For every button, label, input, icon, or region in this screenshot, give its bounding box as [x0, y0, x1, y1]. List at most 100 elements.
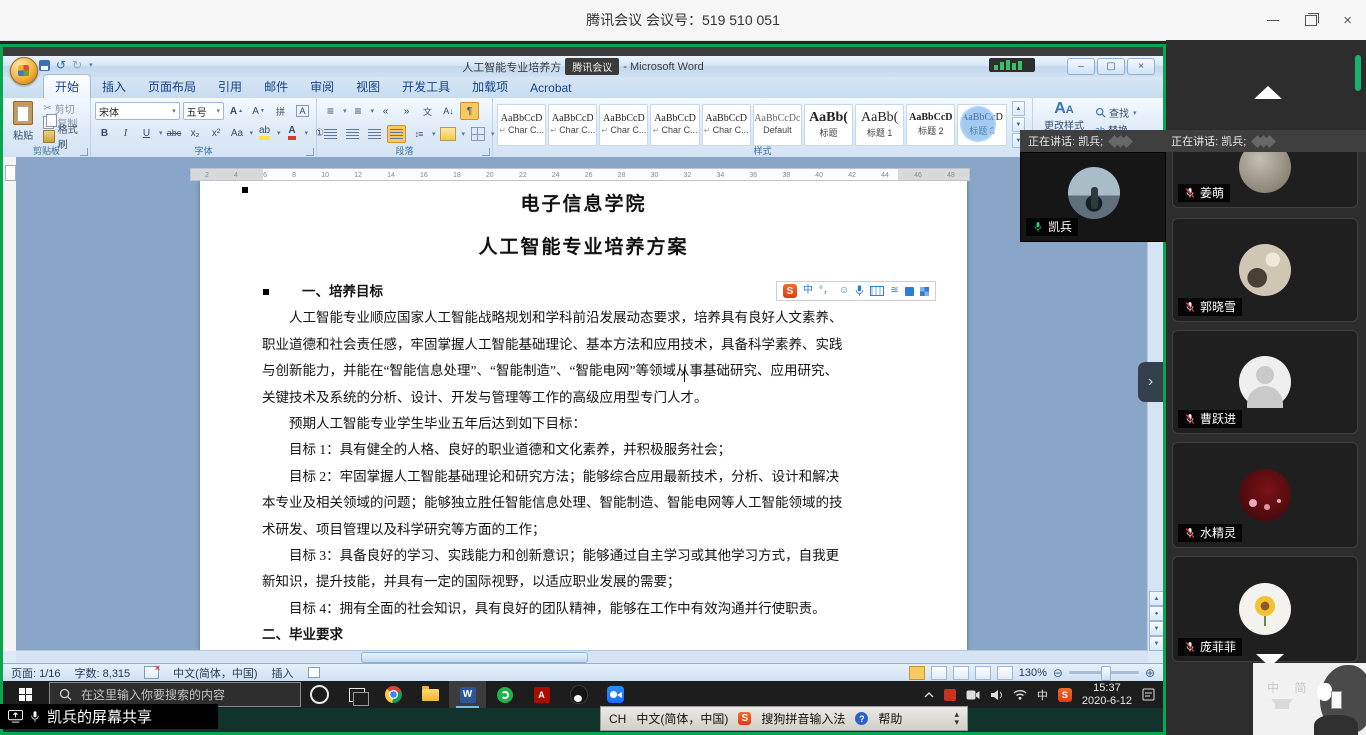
word-count[interactable]: 字数: 8,315	[75, 665, 131, 681]
word-close-button[interactable]: ×	[1127, 58, 1155, 75]
sogou-skin-popup[interactable]: 中 简	[1253, 663, 1366, 735]
tray-red-app-icon[interactable]	[944, 689, 956, 701]
font-color-button[interactable]	[283, 124, 302, 142]
insert-mode[interactable]: 插入	[272, 665, 294, 681]
tray-sogou-icon[interactable]: S	[1058, 688, 1072, 702]
participant-tile[interactable]: 郭晓雪	[1172, 218, 1358, 322]
tab-view[interactable]: 视图	[345, 75, 391, 98]
style-tile-title[interactable]: AaBb(标题	[804, 104, 853, 146]
align-left-button[interactable]	[321, 125, 340, 143]
highlight-button[interactable]	[255, 124, 274, 142]
select-browse-object-icon[interactable]: ●	[1149, 606, 1163, 621]
borders-button[interactable]	[468, 125, 487, 143]
sidebar-scrollbar[interactable]	[1355, 55, 1361, 91]
participant-tile[interactable]: 庞菲菲	[1172, 556, 1358, 662]
clipboard-dialog-launcher[interactable]	[80, 148, 88, 156]
draft-view-button[interactable]	[997, 666, 1013, 680]
task-view-button[interactable]	[338, 681, 375, 708]
paragraph-dialog-launcher[interactable]	[482, 148, 490, 156]
zoom-level[interactable]: 130%	[1019, 667, 1047, 679]
taskbar-explorer[interactable]	[412, 681, 449, 708]
chinese-mode-icon[interactable]: 中	[803, 286, 813, 296]
tab-references[interactable]: 引用	[207, 75, 253, 98]
language-indicator[interactable]: 中文(简体，中国)	[173, 665, 257, 681]
taskbar-word[interactable]: W	[449, 681, 486, 708]
next-page-icon[interactable]: ▼	[1149, 621, 1163, 636]
style-tile[interactable]: AaBbCcDChar C...	[702, 104, 751, 146]
tray-ime-indicator[interactable]: 中	[1037, 687, 1048, 703]
style-tile[interactable]: AaBbCcDChar C...	[548, 104, 597, 146]
tab-developer[interactable]: 开发工具	[391, 75, 461, 98]
style-tile[interactable]: AaBbCcDChar C...	[599, 104, 648, 146]
styles-scroll-up[interactable]: ▲	[1012, 101, 1025, 116]
show-hide-marks-button[interactable]	[460, 102, 479, 120]
tab-selector-box[interactable]	[5, 165, 16, 181]
tab-review[interactable]: 审阅	[299, 75, 345, 98]
sort-button[interactable]	[439, 102, 458, 120]
macro-record-icon[interactable]	[308, 667, 320, 678]
taskbar-qq[interactable]	[560, 681, 597, 708]
align-right-button[interactable]	[365, 125, 384, 143]
decrease-indent-button[interactable]	[376, 102, 395, 120]
italic-button[interactable]	[116, 124, 135, 142]
style-tile-heading1[interactable]: AaBb(标题 1	[855, 104, 904, 146]
format-painter-button[interactable]: 格式刷	[43, 129, 86, 143]
style-tile-heading2[interactable]: AaBbCcD标题 2	[906, 104, 955, 146]
language-bar-ch[interactable]: CH	[609, 712, 626, 726]
font-size-select[interactable]: 五号▾	[183, 102, 224, 120]
tray-volume-icon[interactable]	[990, 689, 1003, 701]
numbering-button[interactable]	[349, 102, 368, 120]
increase-indent-button[interactable]	[397, 102, 416, 120]
zoom-slider-thumb[interactable]	[1101, 666, 1111, 681]
tray-camera-icon[interactable]	[966, 690, 980, 700]
spellcheck-icon[interactable]	[144, 666, 159, 679]
zoom-out-icon[interactable]: ⊖	[1053, 667, 1063, 679]
redo-icon[interactable]: ↻	[72, 59, 82, 71]
bold-button[interactable]	[95, 124, 114, 142]
style-tile[interactable]: AaBbCcDChar C...	[650, 104, 699, 146]
scroll-down-icon[interactable]: ▼	[1149, 636, 1163, 651]
minimize-icon[interactable]	[1267, 20, 1279, 21]
language-bar-help[interactable]: 帮助	[878, 710, 902, 727]
word-restore-button[interactable]: ▢	[1097, 58, 1125, 75]
subscript-button[interactable]	[186, 124, 205, 142]
outline-view-button[interactable]	[975, 666, 991, 680]
tab-home[interactable]: 开始	[43, 74, 91, 98]
horizontal-ruler[interactable]: 2468101214161820222426283032343638404244…	[190, 168, 970, 181]
punctuation-icon[interactable]: °，	[819, 286, 833, 296]
asian-layout-button[interactable]	[418, 102, 437, 120]
emoji-icon[interactable]: ☺	[839, 286, 849, 296]
toolbox-icon[interactable]	[920, 287, 929, 296]
taskbar-acrobat[interactable]: A	[523, 681, 560, 708]
sogou-logo-icon[interactable]: S	[738, 712, 751, 725]
zoom-in-icon[interactable]: ⊕	[1145, 667, 1155, 679]
word-minimize-button[interactable]: –	[1067, 58, 1095, 75]
paste-button[interactable]: 粘贴	[7, 101, 39, 143]
zoom-slider[interactable]	[1069, 671, 1139, 674]
undo-icon[interactable]: ↺	[56, 59, 66, 71]
document-page[interactable]: 电子信息学院 人工智能专业培养方案 一、培养目标 人工智能专业顺应国家人工智能战…	[200, 181, 967, 651]
strikethrough-button[interactable]	[165, 124, 184, 142]
active-speaker-tile[interactable]: 凯兵	[1020, 152, 1166, 242]
taskbar-chrome[interactable]	[375, 681, 412, 708]
shrink-font-button[interactable]	[249, 102, 268, 120]
qat-dropdown-icon[interactable]: ▾	[89, 61, 93, 69]
language-bar-options-icon[interactable]: ▴▾	[954, 711, 959, 725]
taskbar-clock[interactable]: 15:37 2020-6-12	[1082, 682, 1132, 707]
save-icon[interactable]	[39, 60, 50, 71]
taskbar-tencent-meeting[interactable]	[597, 681, 634, 708]
traditional-toggle-icon[interactable]: ≋	[890, 286, 898, 296]
language-bar-ime[interactable]: 搜狗拼音输入法	[761, 710, 845, 727]
grow-font-button[interactable]	[227, 102, 246, 120]
skin-icon[interactable]	[905, 287, 914, 296]
tray-chevron-up-icon[interactable]	[924, 692, 934, 698]
voice-input-icon[interactable]	[855, 285, 864, 297]
close-icon[interactable]: ×	[1343, 13, 1352, 28]
superscript-button[interactable]	[207, 124, 226, 142]
tab-insert[interactable]: 插入	[91, 75, 137, 98]
taskbar-360-browser[interactable]	[486, 681, 523, 708]
tab-mailings[interactable]: 邮件	[253, 75, 299, 98]
tab-addins[interactable]: 加载项	[461, 75, 519, 98]
cortana-button[interactable]	[301, 681, 338, 708]
restore-icon[interactable]	[1305, 15, 1317, 26]
